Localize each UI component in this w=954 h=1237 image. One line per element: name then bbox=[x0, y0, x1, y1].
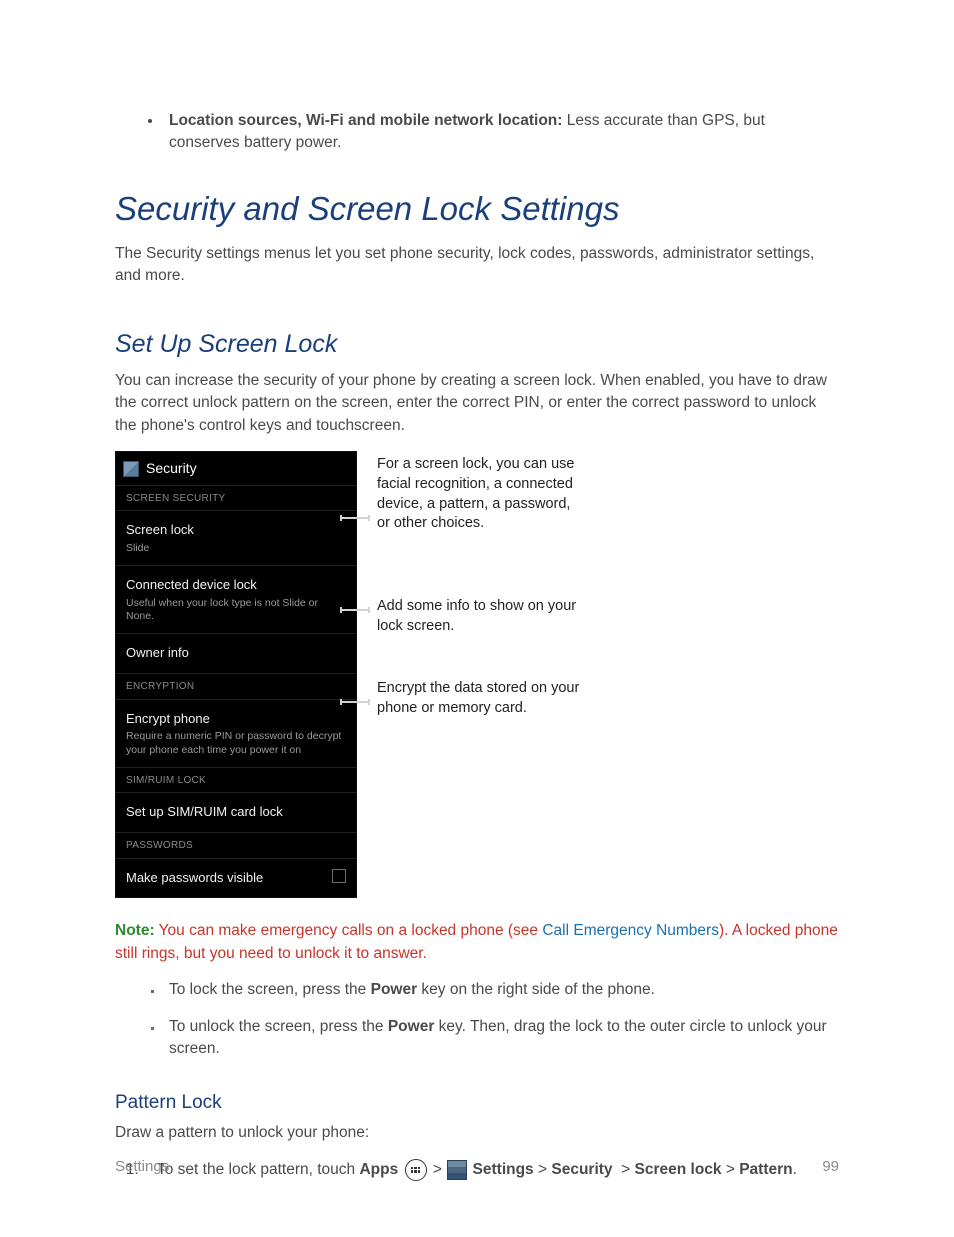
paragraph-pattern-intro: Draw a pattern to unlock your phone: bbox=[115, 1122, 839, 1144]
note-label: Note: bbox=[115, 922, 155, 939]
lock-unlock-list: To lock the screen, press the Power key … bbox=[115, 979, 839, 1060]
link-call-emergency-numbers[interactable]: Call Emergency Numbers bbox=[542, 922, 719, 939]
note-emergency-calls: Note: You can make emergency calls on a … bbox=[115, 920, 839, 965]
li-post: key on the right side of the phone. bbox=[417, 981, 655, 998]
section-header-encryption: ENCRYPTION bbox=[116, 674, 356, 700]
section-header-screen-security: SCREEN SECURITY bbox=[116, 486, 356, 512]
phone-header-title: Security bbox=[146, 458, 197, 478]
row-title: Set up SIM/RUIM card lock bbox=[126, 803, 346, 822]
row-connected-device-lock: Connected device lock Useful when your l… bbox=[116, 566, 356, 634]
heading-security-screen-lock: Security and Screen Lock Settings bbox=[115, 185, 839, 233]
list-item-lock: To lock the screen, press the Power key … bbox=[163, 979, 839, 1001]
list-item-unlock: To unlock the screen, press the Power ke… bbox=[163, 1016, 839, 1061]
li-pre: To lock the screen, press the bbox=[169, 981, 371, 998]
row-title: Make passwords visible bbox=[126, 869, 346, 888]
top-bullet-list: Location sources, Wi-Fi and mobile netwo… bbox=[115, 110, 839, 155]
row-subtitle: Slide bbox=[126, 542, 346, 555]
row-sim-lock: Set up SIM/RUIM card lock bbox=[116, 793, 356, 833]
row-title: Connected device lock bbox=[126, 576, 346, 595]
li-bold: Power bbox=[388, 1018, 435, 1035]
li-pre: To unlock the screen, press the bbox=[169, 1018, 388, 1035]
note-before: You can make emergency calls on a locked… bbox=[155, 922, 543, 939]
bullet-bold: Location sources, Wi-Fi and mobile netwo… bbox=[169, 112, 562, 129]
heading-set-up-screen-lock: Set Up Screen Lock bbox=[115, 326, 839, 362]
callout-owner-info: Add some info to show on your lock scree… bbox=[377, 597, 587, 679]
security-app-icon bbox=[124, 462, 138, 476]
row-title: Owner info bbox=[126, 644, 346, 663]
phone-header: Security bbox=[116, 452, 356, 485]
paragraph-security-intro: The Security settings menus let you set … bbox=[115, 243, 839, 288]
page-footer: Settings 99 bbox=[115, 1156, 839, 1178]
row-encrypt-phone: Encrypt phone Require a numeric PIN or p… bbox=[116, 700, 356, 768]
row-title: Encrypt phone bbox=[126, 710, 346, 729]
callout-encrypt: Encrypt the data stored on your phone or… bbox=[377, 679, 587, 718]
callout-screen-lock: For a screen lock, you can use facial re… bbox=[377, 455, 587, 597]
section-header-passwords: PASSWORDS bbox=[116, 833, 356, 859]
row-subtitle: Useful when your lock type is not Slide … bbox=[126, 597, 346, 623]
footer-page-number: 99 bbox=[822, 1156, 839, 1178]
paragraph-screen-lock-intro: You can increase the security of your ph… bbox=[115, 370, 839, 437]
li-bold: Power bbox=[371, 981, 418, 998]
bullet-location-sources: Location sources, Wi-Fi and mobile netwo… bbox=[163, 110, 839, 155]
row-owner-info: Owner info bbox=[116, 634, 356, 674]
row-subtitle: Require a numeric PIN or password to dec… bbox=[126, 730, 346, 756]
footer-section: Settings bbox=[115, 1156, 169, 1178]
row-screen-lock: Screen lock Slide bbox=[116, 511, 356, 566]
checkbox-icon bbox=[332, 869, 346, 883]
callout-column: For a screen lock, you can use facial re… bbox=[377, 451, 587, 898]
phone-screenshot: Security SCREEN SECURITY Screen lock Sli… bbox=[115, 451, 357, 898]
row-title: Screen lock bbox=[126, 521, 346, 540]
row-passwords-visible: Make passwords visible bbox=[116, 859, 356, 898]
figure-security-settings: Security SCREEN SECURITY Screen lock Sli… bbox=[115, 451, 839, 898]
heading-pattern-lock: Pattern Lock bbox=[115, 1089, 839, 1117]
section-header-sim-ruim: SIM/RUIM LOCK bbox=[116, 768, 356, 794]
